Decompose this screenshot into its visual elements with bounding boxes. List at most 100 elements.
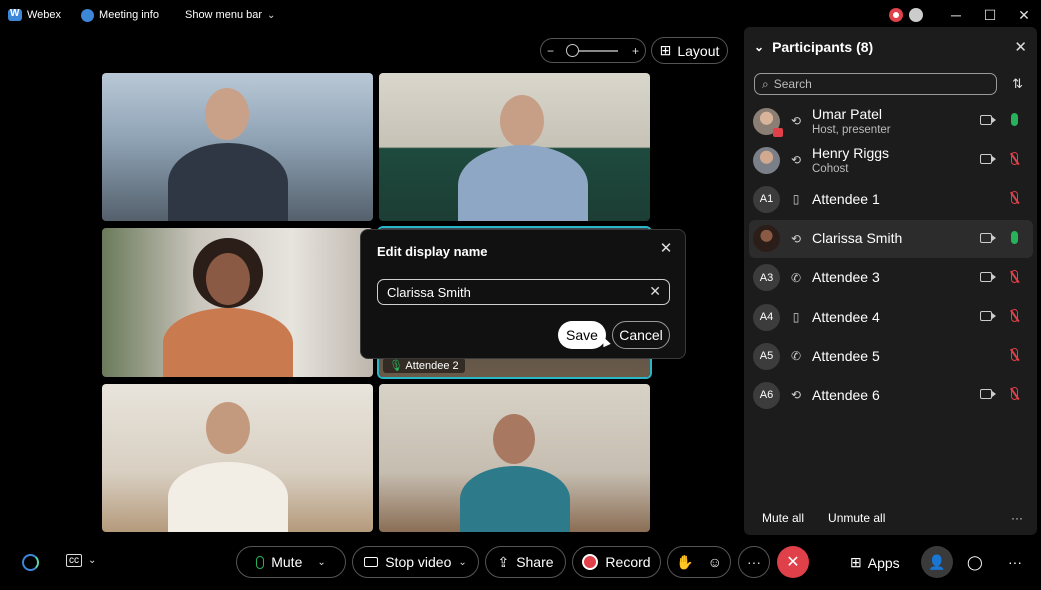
- panel-more-button[interactable]: ···: [1008, 554, 1022, 570]
- close-window-button[interactable]: ✕: [1007, 0, 1041, 30]
- participants-icon: 👤: [928, 553, 946, 570]
- avatar: [753, 107, 783, 137]
- mute-button[interactable]: Mute ⌄: [236, 546, 346, 578]
- clear-input-icon[interactable]: ✕: [649, 283, 661, 300]
- share-button[interactable]: ⇪ Share: [485, 546, 566, 578]
- security-key-icon: [909, 8, 923, 22]
- handset-icon: ✆: [790, 270, 802, 285]
- close-panel-icon[interactable]: ✕: [1014, 38, 1027, 56]
- microphone-muted-icon[interactable]: [1011, 152, 1018, 166]
- record-button[interactable]: Record: [572, 546, 661, 578]
- sort-icon[interactable]: ⇅: [1012, 76, 1023, 92]
- participants-header[interactable]: ⌄ Participants (8): [754, 39, 873, 55]
- presenter-badge-icon: [773, 127, 783, 137]
- participant-role: Cohost: [812, 162, 849, 175]
- captions-button[interactable]: cc ⌄: [66, 554, 96, 567]
- title-bar: Webex Meeting info Show menu bar ⌄ ─ ☐ ✕: [0, 0, 1041, 30]
- chat-button[interactable]: ◯: [967, 554, 983, 571]
- chat-icon: ◯: [967, 554, 983, 570]
- participant-role: Host, presenter: [812, 123, 891, 136]
- microphone-muted-icon[interactable]: [1011, 191, 1018, 205]
- microphone-muted-icon[interactable]: [1011, 387, 1018, 401]
- share-icon: ⇪: [497, 553, 510, 570]
- more-options-icon[interactable]: ···: [1011, 511, 1023, 525]
- zoom-out-icon[interactable]: −: [547, 44, 554, 58]
- closed-captions-icon: cc: [66, 554, 82, 567]
- avatar: A3: [753, 264, 780, 292]
- participant-search-input[interactable]: ⌕ Search: [754, 73, 997, 95]
- apps-button[interactable]: ⊞ Apps: [850, 554, 900, 571]
- recording-indicator-icon: [889, 8, 903, 22]
- participant-row[interactable]: ⟲ Henry Riggs Cohost: [749, 141, 1033, 179]
- video-camera-icon: [980, 389, 996, 400]
- video-tile[interactable]: [102, 73, 373, 221]
- participant-row[interactable]: A1 ▯ Attendee 1: [749, 180, 1033, 218]
- video-tile[interactable]: [379, 384, 650, 532]
- participants-toggle-button[interactable]: 👤: [921, 546, 953, 578]
- zoom-slider[interactable]: [566, 43, 618, 57]
- video-tile[interactable]: [379, 73, 650, 221]
- participant-row[interactable]: A5 ✆ Attendee 5: [749, 337, 1033, 375]
- sync-icon: ⟲: [790, 153, 802, 168]
- save-button[interactable]: Save: [558, 321, 606, 349]
- zoom-control: − +: [540, 38, 646, 63]
- layout-button[interactable]: ⊞ Layout: [651, 37, 728, 64]
- phone-icon: ▯: [792, 192, 800, 207]
- participant-row[interactable]: ⟲ Umar Patel Host, presenter: [749, 102, 1033, 140]
- dialog-close-icon[interactable]: ✕: [657, 239, 675, 257]
- mute-all-button[interactable]: Mute all: [762, 511, 804, 525]
- maximize-button[interactable]: ☐: [973, 0, 1007, 30]
- end-call-button[interactable]: ✕: [777, 546, 809, 578]
- video-tile[interactable]: [102, 384, 373, 532]
- sync-icon: ⟲: [790, 388, 802, 403]
- participant-row[interactable]: ⟲ Clarissa Smith: [749, 219, 1033, 258]
- cancel-button[interactable]: Cancel: [612, 321, 670, 349]
- camera-icon: [364, 557, 379, 567]
- microphone-muted-icon[interactable]: [1011, 348, 1018, 362]
- participant-row[interactable]: A4 ▯ Attendee 4: [749, 298, 1033, 336]
- zoom-in-icon[interactable]: +: [632, 44, 639, 58]
- chevron-down-icon[interactable]: ⌄: [317, 557, 325, 568]
- record-label: Record: [605, 554, 651, 570]
- show-menu-bar-button[interactable]: Show menu bar ⌄: [185, 9, 275, 21]
- video-camera-icon: [980, 115, 996, 125]
- raise-hand-icon[interactable]: ✋: [676, 554, 693, 571]
- participant-row[interactable]: A6 ⟲ Attendee 6: [749, 376, 1033, 414]
- participant-name: Attendee 5: [812, 347, 880, 364]
- microphone-on-icon[interactable]: [1011, 230, 1018, 244]
- chevron-down-icon: ⌄: [267, 9, 276, 21]
- stop-video-button[interactable]: Stop video ⌄: [352, 546, 479, 578]
- meeting-controls-bar: cc ⌄ Mute ⌄ Stop video ⌄ ⇪ Share Record …: [0, 540, 1041, 590]
- participant-video: [459, 384, 570, 532]
- sync-icon: ⟲: [790, 114, 802, 128]
- app-title: Webex: [8, 8, 61, 21]
- show-menu-bar-label: Show menu bar: [184, 9, 263, 21]
- participant-video: [162, 228, 293, 377]
- dialog-title: Edit display name: [377, 244, 488, 259]
- participant-name: Attendee 6: [812, 386, 880, 403]
- unmute-all-button[interactable]: Unmute all: [828, 511, 885, 525]
- avatar: [753, 146, 780, 174]
- phone-icon: ▯: [792, 310, 800, 324]
- reactions-icon[interactable]: ☺: [708, 554, 722, 570]
- reactions-group: ✋ ☺: [667, 546, 731, 578]
- sync-icon: ⟲: [790, 231, 802, 246]
- more-options-button[interactable]: ···: [738, 546, 770, 578]
- microphone-muted-icon[interactable]: [1011, 269, 1018, 283]
- meeting-info-label: Meeting info: [99, 9, 159, 21]
- avatar: A1: [753, 185, 780, 213]
- avatar: A4: [753, 303, 780, 331]
- video-tile[interactable]: [102, 228, 373, 377]
- display-name-input[interactable]: [377, 279, 670, 305]
- tile-name-text: Attendee 2: [405, 360, 459, 372]
- zoom-slider-thumb[interactable]: [566, 43, 579, 57]
- participant-name: Umar Patel: [812, 105, 883, 122]
- chevron-down-icon[interactable]: ⌄: [458, 557, 466, 568]
- participant-row[interactable]: A3 ✆ Attendee 3: [749, 259, 1033, 297]
- meeting-info-button[interactable]: Meeting info: [81, 8, 159, 22]
- minimize-button[interactable]: ─: [939, 0, 973, 30]
- microphone-on-icon[interactable]: [1011, 113, 1018, 126]
- participant-video: [167, 73, 288, 221]
- webex-ai-icon[interactable]: [22, 554, 39, 571]
- microphone-muted-icon[interactable]: [1011, 309, 1018, 322]
